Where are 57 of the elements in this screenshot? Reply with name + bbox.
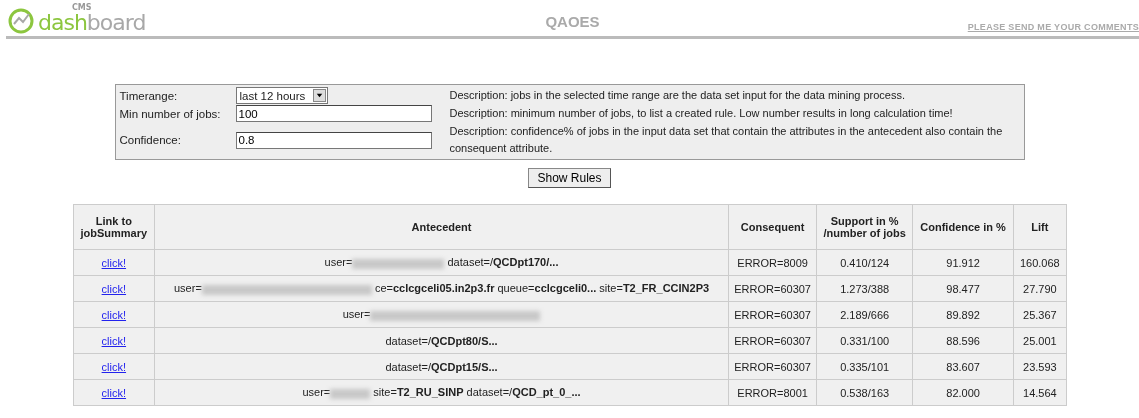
caret-icon: [312, 89, 326, 102]
table-cell: ERROR=60307: [728, 327, 817, 354]
input-field[interactable]: 0.8: [235, 131, 432, 149]
table-cell: 0.335/101: [816, 353, 913, 380]
page-title: QAOES: [545, 13, 600, 32]
logo-text: CMS dashboard: [38, 4, 146, 34]
column-header: Confidence in %: [912, 204, 1014, 250]
table-cell: 27.790: [1013, 275, 1066, 302]
column-header: Consequent: [728, 204, 817, 250]
table-cell: 23.593: [1013, 353, 1066, 380]
table-cell: 0.538/163: [816, 379, 913, 406]
antecedent-cell: user= ce=cclcgceli05.in2p3.fr queue=cclcgceli0... site=T2_FR_CCIN2P3: [154, 275, 729, 302]
table-cell: 83.607: [912, 353, 1014, 380]
table-cell: ERROR=8009: [728, 249, 817, 276]
table-cell: ERROR=60307: [728, 301, 817, 328]
table-cell: 14.564: [1013, 379, 1066, 406]
field-description: Description: jobs in the selected time range are the data set input for the data mining process.: [448, 88, 907, 103]
show-rules-button[interactable]: Show Rules: [528, 168, 611, 188]
table-cell: ERROR=60307: [728, 275, 817, 302]
table-cell: 98.477: [912, 275, 1014, 302]
job-summary-link[interactable]: click!: [101, 334, 127, 347]
antecedent-cell: dataset=/QCDpt15/S...: [154, 353, 729, 380]
table-cell: 25.001: [1013, 327, 1066, 354]
field-label: Timerange:: [119, 89, 179, 102]
column-header: Lift: [1013, 204, 1066, 250]
field-description: Description: minimum number of jobs, to list a created rule. Low number results in long calculation time!: [448, 106, 954, 121]
table-cell: 88.596: [912, 327, 1014, 354]
job-summary-link[interactable]: click!: [101, 282, 127, 295]
table-cell: 2.189/666: [816, 301, 913, 328]
blurred-text: [330, 388, 371, 399]
table-cell: 89.892: [912, 301, 1014, 328]
column-header: Support in % /number of jobs: [816, 204, 913, 250]
column-header: Antecedent: [154, 204, 729, 250]
timerange-select[interactable]: last 12 hours: [235, 87, 328, 104]
input-field[interactable]: 100: [235, 105, 432, 122]
table-cell: 25.367: [1013, 301, 1066, 328]
table-cell: 82.000: [912, 379, 1014, 406]
field-label: Confidence:: [119, 134, 182, 146]
job-summary-link[interactable]: click!: [101, 360, 127, 373]
field-description: Description: confidence% of jobs in the input data set that contain the attributes in the antecedent also contain the consequent attribute.: [448, 124, 1004, 156]
antecedent-cell: user=: [154, 301, 729, 328]
table-cell: 91.912: [912, 249, 1014, 276]
table-cell: 160.068: [1013, 249, 1066, 276]
field-label: Min number of jobs:: [119, 107, 222, 120]
column-header: Link to jobSummary: [73, 204, 155, 250]
table-cell: ERROR=60307: [728, 353, 817, 380]
table-cell: 0.331/100: [816, 327, 913, 354]
table-cell: 0.410/124: [816, 249, 913, 276]
antecedent-cell: user= dataset=/QCDpt170/...: [154, 249, 729, 276]
job-summary-link[interactable]: click!: [101, 386, 127, 399]
antecedent-cell: user= site=T2_RU_SINP dataset=/QCD_pt_0_...: [154, 379, 729, 406]
job-summary-link[interactable]: click!: [101, 308, 127, 321]
table-cell: ERROR=8001: [728, 379, 817, 406]
logo-icon: [6, 8, 36, 34]
antecedent-cell: dataset=/QCDpt80/S...: [154, 327, 729, 354]
job-summary-link[interactable]: click!: [101, 256, 127, 269]
table-cell: 1.273/388: [816, 275, 913, 302]
